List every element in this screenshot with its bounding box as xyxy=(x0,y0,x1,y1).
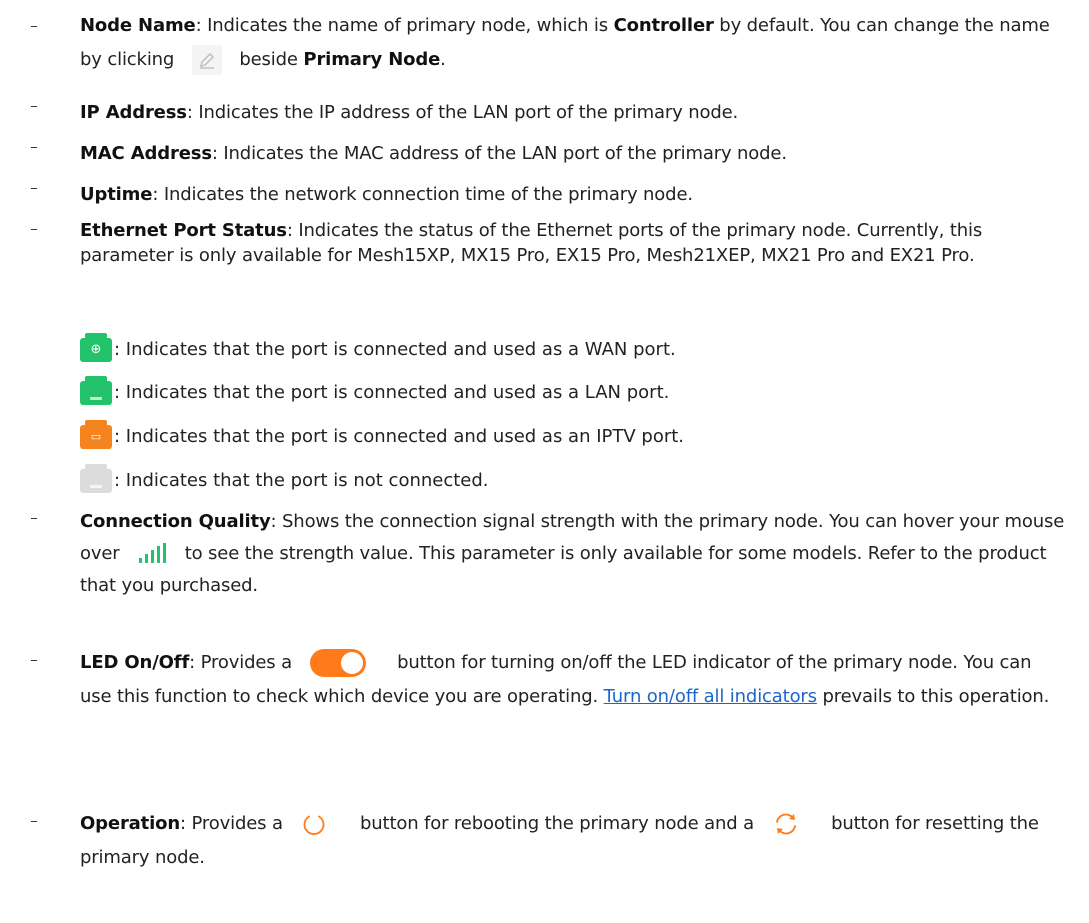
term-node-name: Node Name xyxy=(80,15,196,36)
bullet-dash xyxy=(31,518,37,519)
term-operation: Operation xyxy=(80,813,181,834)
led-toggle-icon xyxy=(309,649,366,677)
port-legend-wan: ⊕ : Indicates that the port is connected… xyxy=(80,333,676,367)
term-mac-address: MAC Address xyxy=(80,143,212,164)
turn-on-off-all-indicators-link[interactable]: Turn on/off all indicators xyxy=(604,686,817,707)
term-uptime: Uptime xyxy=(80,184,153,205)
reset-icon xyxy=(772,810,800,838)
term-connection-quality: Connection Quality xyxy=(80,511,271,532)
bullet-dash xyxy=(31,660,37,661)
signal-strength-icon xyxy=(137,542,167,566)
term-led-on-off: LED On/Off xyxy=(80,652,190,673)
document-page: Node Name: Indicates the name of primary… xyxy=(0,0,1089,923)
reboot-icon xyxy=(300,810,328,838)
bullet-dash xyxy=(31,26,37,27)
port-legend-lan: : Indicates that the port is connected a… xyxy=(80,376,669,410)
bullet-dash xyxy=(31,106,37,107)
edit-pencil-icon xyxy=(191,45,222,75)
iptv-port-icon: ▭ xyxy=(80,420,112,449)
wan-port-icon: ⊕ xyxy=(80,333,112,362)
bullet-dash xyxy=(31,188,37,189)
port-legend-iptv: ▭ : Indicates that the port is connected… xyxy=(80,420,684,454)
lan-port-icon xyxy=(80,376,112,405)
term-ip-address: IP Address xyxy=(80,102,187,123)
port-legend-disconnected: : Indicates that the port is not connect… xyxy=(80,464,489,498)
bullet-dash xyxy=(31,147,37,148)
disconnected-port-icon xyxy=(80,464,112,493)
node-name-description: Node Name: Indicates the name of primary… xyxy=(80,9,1070,77)
bullet-dash xyxy=(31,229,37,230)
term-ethernet-port-status: Ethernet Port Status xyxy=(80,220,287,241)
bullet-dash xyxy=(31,821,37,822)
